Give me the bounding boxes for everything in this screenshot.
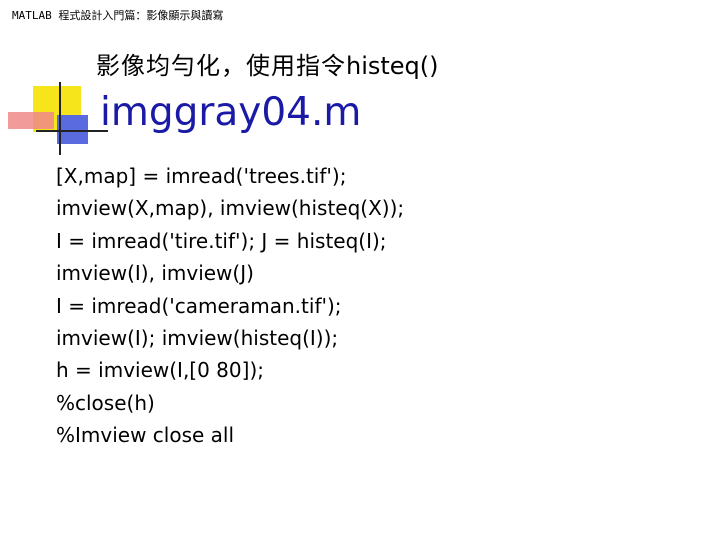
slide-title: imggray04.m: [100, 90, 362, 135]
code-line: h = imview(I,[0 80]);: [56, 358, 264, 383]
title-decoration: [8, 82, 108, 155]
subtitle-function: histeq(): [346, 52, 439, 80]
code-listing: [X,map] = imread('trees.tif'); imview(X,…: [56, 160, 404, 452]
slide-subtitle: 影像均勻化，使用指令histeq(): [96, 50, 439, 82]
decoration-blue-square: [57, 115, 88, 144]
subtitle-chinese: 影像均勻化，使用指令: [96, 52, 346, 80]
code-line: imview(I); imview(histeq(I));: [56, 325, 339, 350]
code-line: imview(I), imview(J): [56, 261, 254, 286]
code-line: %close(h): [56, 390, 155, 415]
code-line: [X,map] = imread('trees.tif');: [56, 164, 347, 188]
code-line: %Imview close all: [56, 423, 235, 448]
code-line: imview(X,map), imview(histeq(X));: [56, 196, 405, 221]
code-line: I = imread('tire.tif'); J = histeq(I);: [56, 228, 387, 253]
decoration-red-bar: [8, 112, 54, 129]
code-line: I = imread('cameraman.tif');: [56, 293, 342, 318]
